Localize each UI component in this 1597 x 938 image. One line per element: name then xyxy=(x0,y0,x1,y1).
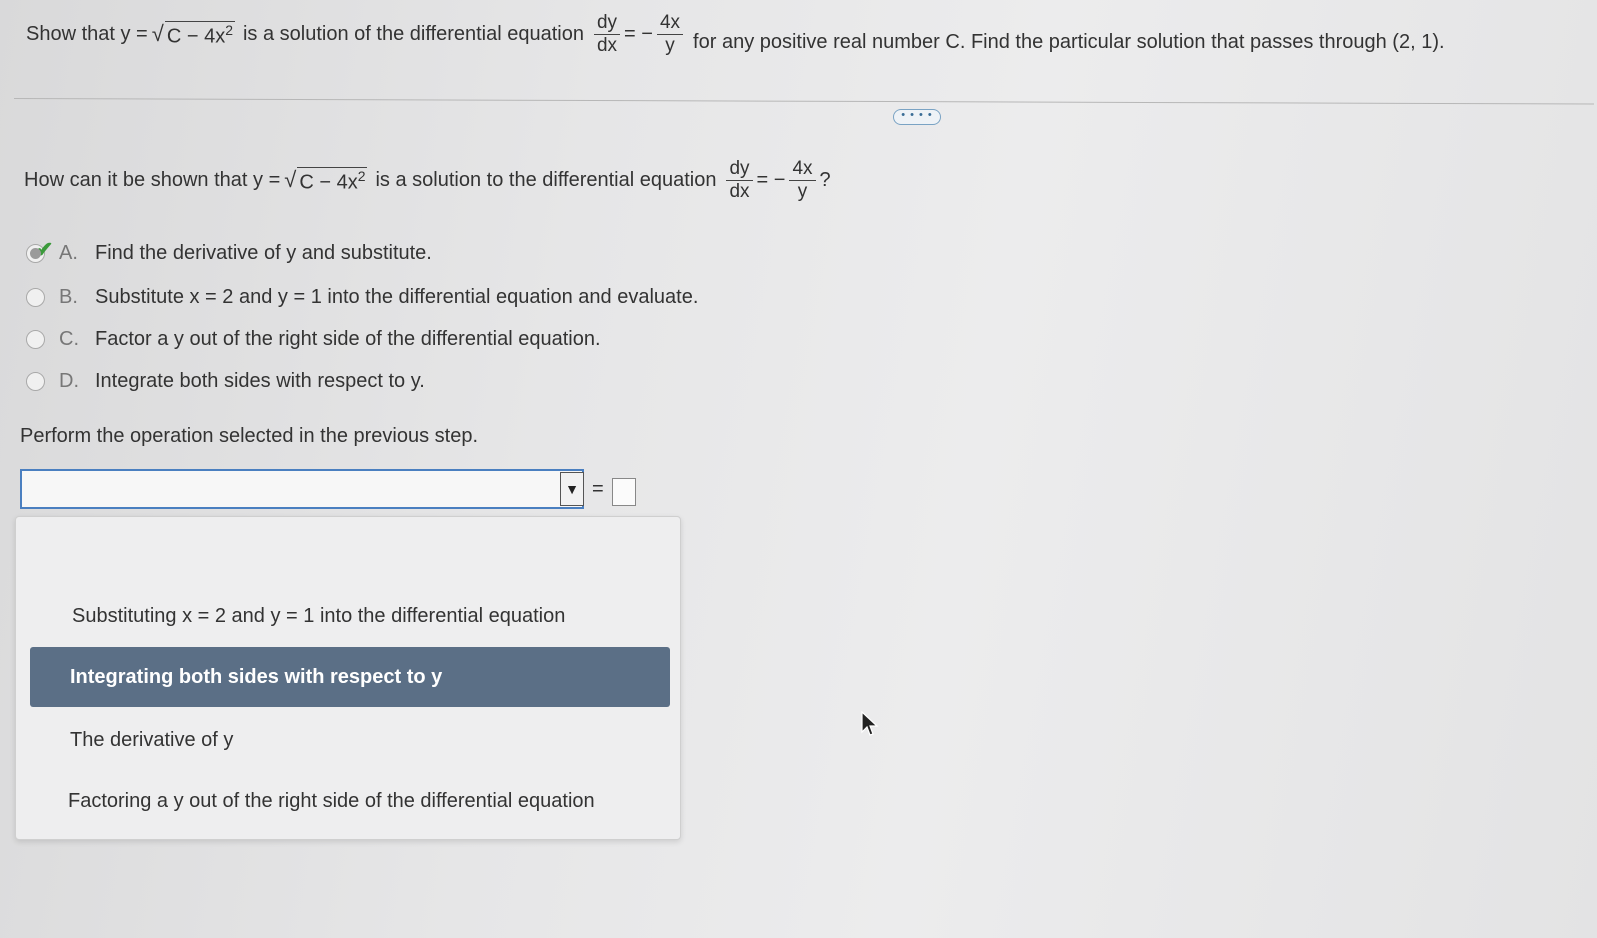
step-question: How can it be shown that y = √ C − 4x2 i… xyxy=(24,158,831,203)
option-c[interactable]: C. Factor a y out of the right side of t… xyxy=(26,328,601,351)
radicand: C − 4x xyxy=(166,25,226,48)
rhs-fraction: 4x y xyxy=(789,158,816,203)
option-b[interactable]: B. Substitute x = 2 and y = 1 into the d… xyxy=(26,286,698,309)
option-a-label: Find the derivative of y and substitute. xyxy=(95,242,432,264)
option-c-label: Factor a y out of the right side of the … xyxy=(95,328,601,350)
problem-prefix: Show that y = xyxy=(26,23,148,45)
dy-dx-fraction: dy dx xyxy=(726,158,753,203)
problem-statement: Show that y = √ C − 4x2 is a solution of… xyxy=(26,12,1445,57)
operation-select[interactable] xyxy=(20,469,584,509)
rhs-fraction: 4x y xyxy=(656,12,684,57)
step-question-prefix: How can it be shown that y = xyxy=(24,169,281,191)
dropdown-item-substituting[interactable]: Substituting x = 2 and y = 1 into the di… xyxy=(72,605,565,628)
dropdown-arrow-icon[interactable]: ▼ xyxy=(560,472,584,506)
equals-minus: = − xyxy=(624,23,653,45)
option-b-label: Substitute x = 2 and y = 1 into the diff… xyxy=(95,286,699,308)
radio-button-d[interactable] xyxy=(26,372,45,391)
section-divider xyxy=(13,98,1594,105)
option-d-label: Integrate both sides with respect to y. xyxy=(95,370,425,392)
option-a[interactable]: ✔ A. Find the derivative of y and substi… xyxy=(26,237,432,265)
answer-input[interactable] xyxy=(612,478,636,506)
dy-dx-fraction: dy dx xyxy=(593,12,621,57)
equals-minus: = − xyxy=(756,169,786,191)
checkmark-icon: ✔ xyxy=(35,237,54,262)
perform-prompt: Perform the operation selected in the pr… xyxy=(20,425,479,447)
radio-button-b[interactable] xyxy=(26,288,45,307)
more-options-button[interactable]: • • • • xyxy=(893,109,941,125)
dropdown-item-derivative[interactable]: The derivative of y xyxy=(70,729,233,752)
problem-suffix: for any positive real number C. Find the… xyxy=(693,31,1445,53)
exponent: 2 xyxy=(357,167,366,184)
exponent: 2 xyxy=(225,21,233,38)
dropdown-item-factoring[interactable]: Factoring a y out of the right side of t… xyxy=(68,790,595,813)
radio-button-c[interactable] xyxy=(26,330,45,349)
radio-button-a[interactable]: ✔ xyxy=(26,237,53,263)
option-d[interactable]: D. Integrate both sides with respect to … xyxy=(26,370,425,393)
dropdown-menu: Substituting x = 2 and y = 1 into the di… xyxy=(15,516,681,840)
step-question-mid: is a solution to the differential equati… xyxy=(375,169,717,191)
problem-mid: is a solution of the differential equati… xyxy=(242,23,584,45)
mouse-cursor-icon xyxy=(861,710,879,736)
dropdown-item-integrating[interactable]: Integrating both sides with respect to y xyxy=(30,647,670,707)
radicand: C − 4x xyxy=(299,171,358,194)
equals-sign: = xyxy=(592,478,604,500)
sqrt-expression: √ C − 4x2 xyxy=(151,20,235,48)
question-mark: ? xyxy=(819,169,831,191)
sqrt-expression: √ C − 4x2 xyxy=(284,166,368,194)
